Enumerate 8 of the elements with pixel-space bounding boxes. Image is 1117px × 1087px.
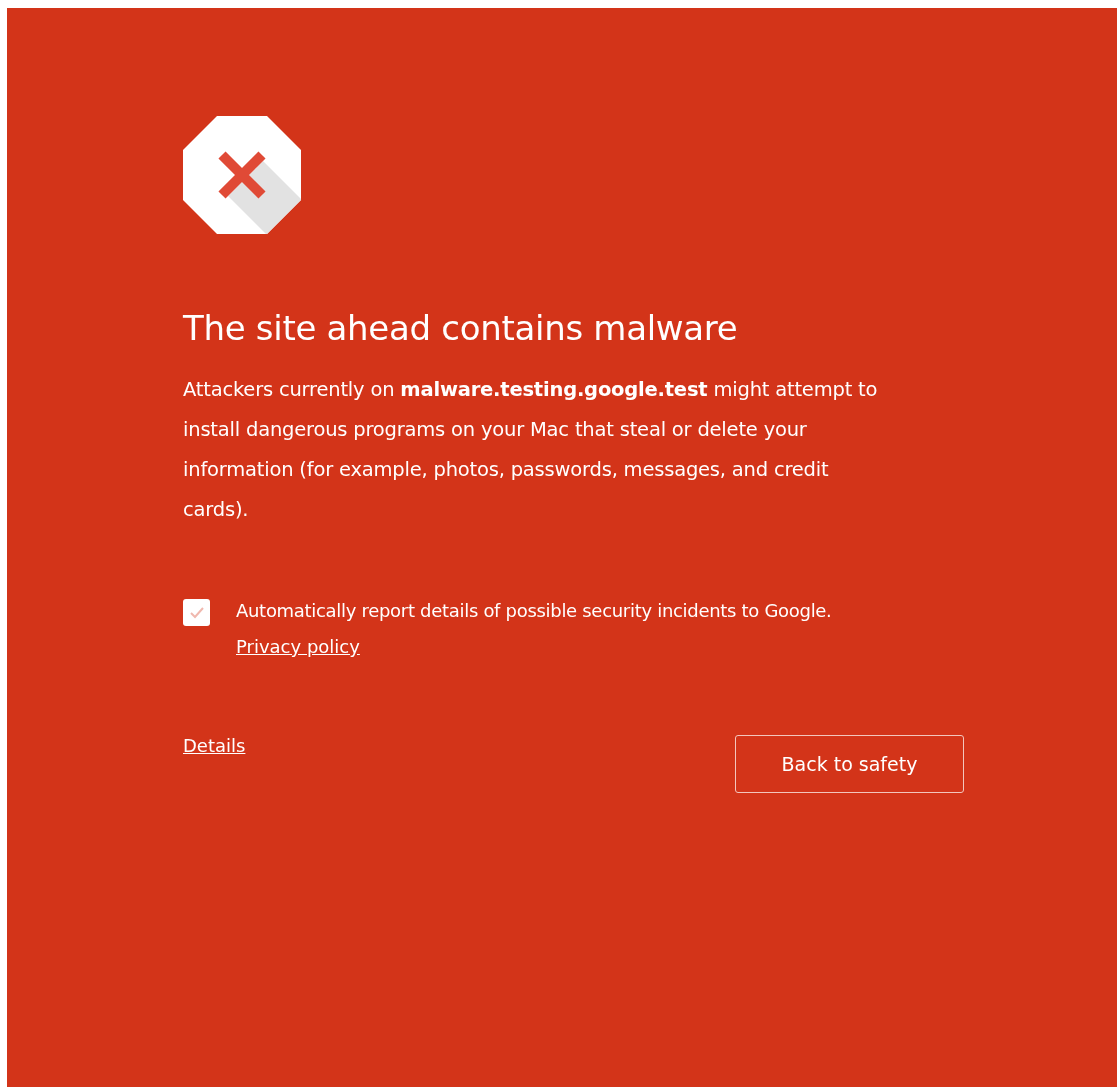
warning-message: Attackers currently on malware.testing.google.test might attempt to install dangerous programs on your Mac that steal or delete your information (for example, photos, passwords, messages, and credit cards).	[183, 377, 879, 523]
back-to-safety-button[interactable]: Back to safety	[735, 735, 964, 793]
report-checkbox[interactable]	[183, 599, 210, 626]
report-label: Automatically report details of possible security incidents to Google.	[236, 599, 832, 623]
error-icon	[183, 116, 301, 234]
privacy-policy-link[interactable]: Privacy policy	[236, 636, 360, 657]
details-link[interactable]: Details	[183, 735, 246, 756]
warning-title: The site ahead contains malware	[183, 307, 739, 350]
